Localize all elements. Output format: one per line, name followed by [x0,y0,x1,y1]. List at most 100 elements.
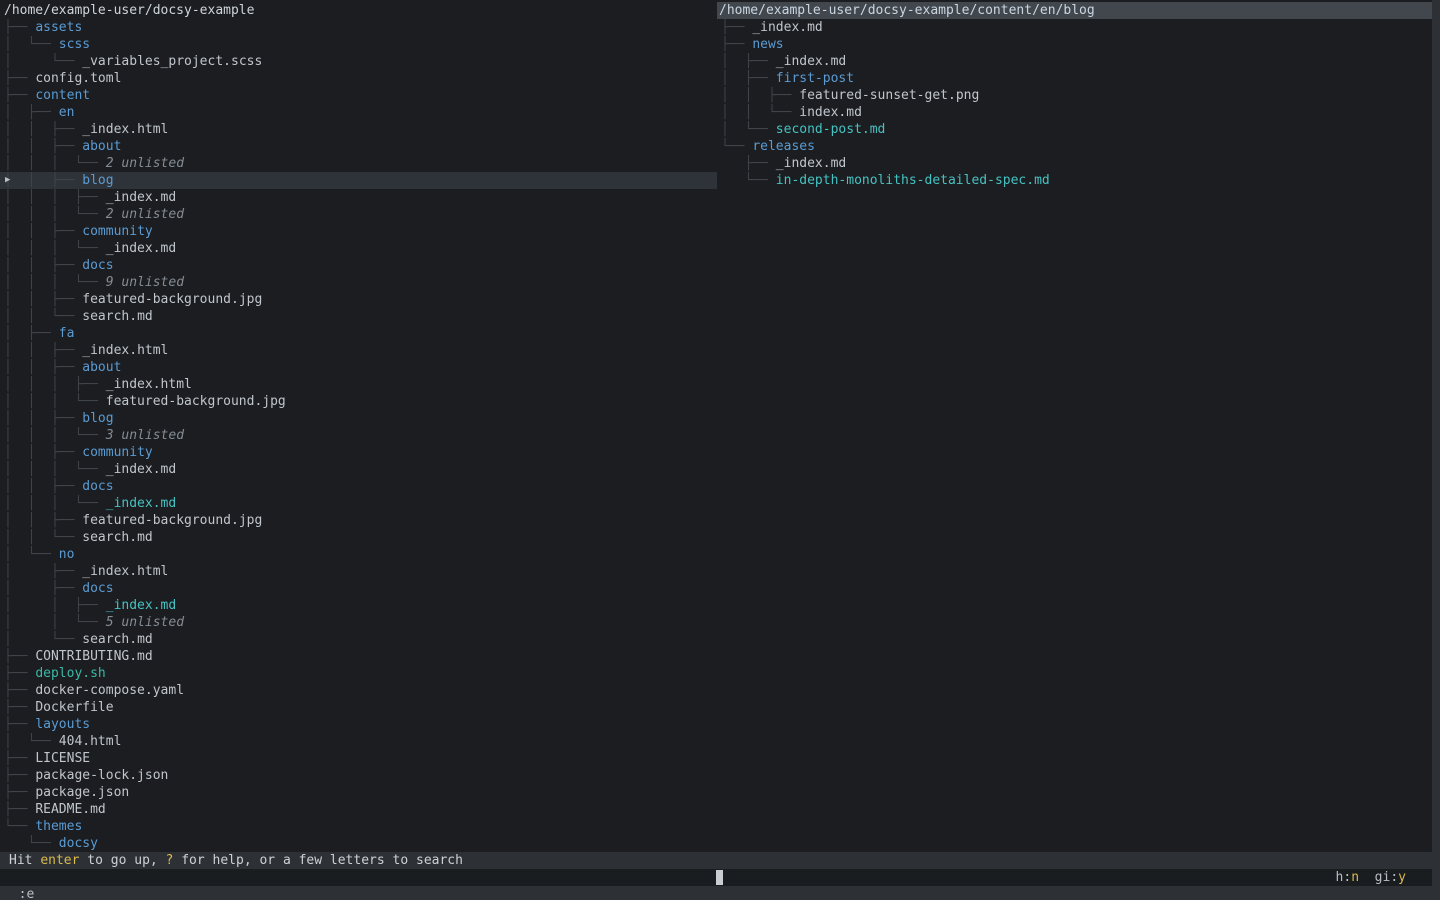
tree-row-dir[interactable]: │ ├── docs [0,580,717,597]
tree-row-file[interactable]: │ │ │ └── 2 unlisted [0,206,717,223]
tree-row-dir[interactable]: │ │ ├── docs [0,257,717,274]
tree-guide-lines: │ │ └── [721,105,799,120]
tree-row-file[interactable]: │ └── _variables_project.scss [0,53,717,70]
entry-name: about [82,139,121,154]
entry-name: assets [35,20,82,35]
tree-row-file[interactable]: ├── package.json [0,784,717,801]
tree-row-file[interactable]: │ │ │ └── _index.md [0,495,717,512]
tree-row-dir[interactable]: ▶│ │ ├── blog [0,172,717,189]
tree-row-file[interactable]: │ │ ├── featured-sunset-get.png [717,87,1432,104]
tree-row-file[interactable]: │ │ └── index.md [717,104,1432,121]
tree-row-file[interactable]: │ │ ├── featured-background.jpg [0,291,717,308]
tree-guide-lines: │ └── [4,734,59,749]
tree-row-file[interactable]: │ │ ├── _index.html [0,121,717,138]
tree-row-file[interactable]: │ │ └── search.md [0,529,717,546]
entry-name: CONTRIBUTING.md [35,649,152,664]
tree-row-file[interactable]: │ │ └── search.md [0,308,717,325]
tree-row-dir[interactable]: │ │ ├── about [0,138,717,155]
tree-guide-lines: ├── [4,700,35,715]
entry-name: docker-compose.yaml [35,683,184,698]
tree-row-file[interactable]: └── in-depth-monoliths-detailed-spec.md [717,172,1432,189]
tree-row-file[interactable]: ├── _index.md [717,155,1432,172]
entry-name: content [35,88,90,103]
entry-name: _index.md [776,156,846,171]
left-panel-tree: /home/example-user/docsy-example ├── ass… [0,2,717,852]
entry-name: docsy [59,836,98,851]
entry-name: news [752,37,783,52]
tree-guide-lines: │ │ │ ├── [4,377,106,392]
right-panel-path[interactable]: /home/example-user/docsy-example/content… [717,2,1432,19]
tree-guide-lines: │ │ │ └── [4,207,106,222]
tree-row-file[interactable]: ├── config.toml [0,70,717,87]
tree-row-dir[interactable]: │ │ ├── blog [0,410,717,427]
left-panel-path[interactable]: /home/example-user/docsy-example [0,2,717,19]
tree-row-dir[interactable]: │ └── no [0,546,717,563]
command-input-value[interactable]: :e [16,887,35,900]
tree-row-file[interactable]: │ └── search.md [0,631,717,648]
entry-name: _index.md [106,598,176,613]
tree-guide-lines: │ │ │ └── [4,462,106,477]
tree-row-dir[interactable]: │ │ ├── community [0,444,717,461]
tree-row-file[interactable]: │ │ │ └── featured-background.jpg [0,393,717,410]
tree-row-file[interactable]: │ │ │ └── 2 unlisted [0,155,717,172]
tree-row-file[interactable]: ├── docker-compose.yaml [0,682,717,699]
tree-row-dir[interactable]: │ ├── first-post [717,70,1432,87]
tree-row-dir[interactable]: │ │ ├── docs [0,478,717,495]
tree-row-dir[interactable]: │ ├── en [0,104,717,121]
tree-row-dir[interactable]: ├── news [717,36,1432,53]
tree-row-file[interactable]: ├── README.md [0,801,717,818]
tree-row-file[interactable]: │ │ │ └── 9 unlisted [0,274,717,291]
left-panel-rows: ├── assets│ └── scss│ └── _variables_pro… [0,19,717,852]
entry-name: _index.md [106,241,176,256]
tree-row-file[interactable]: ├── _index.md [717,19,1432,36]
tree-row-dir[interactable]: │ │ ├── community [0,223,717,240]
hidden-flag[interactable]: h:n [1336,870,1359,885]
tree-row-file[interactable]: │ └── 404.html [0,733,717,750]
tree-row-file[interactable]: │ │ │ ├── _index.md [0,189,717,206]
tree-row-file[interactable]: │ │ ├── _index.md [0,597,717,614]
entry-name: package-lock.json [35,768,168,783]
tree-row-file[interactable]: │ │ ├── featured-background.jpg [0,512,717,529]
unlisted-count: 5 unlisted [106,615,184,630]
tree-guide-lines: │ ├── [4,326,59,341]
status-text: to go up, [79,853,165,868]
tree-row-dir[interactable]: │ ├── fa [0,325,717,342]
entry-name: config.toml [35,71,121,86]
tree-row-file[interactable]: │ ├── _index.md [717,53,1432,70]
command-input-row[interactable]: :e h:n gi:y [0,869,1432,886]
tree-row-file[interactable]: │ ├── _index.html [0,563,717,580]
tree-row-dir[interactable]: │ └── scss [0,36,717,53]
tree-row-file[interactable]: │ │ └── 5 unlisted [0,614,717,631]
tree-guide-lines: │ │ ├── [4,122,82,137]
tree-row-file[interactable]: ├── Dockerfile [0,699,717,716]
tree-row-dir[interactable]: └── releases [717,138,1432,155]
tree-row-file[interactable]: ├── deploy.sh [0,665,717,682]
flag-value: y [1398,870,1406,885]
tree-guide-lines: ├── [4,717,35,732]
tree-row-dir[interactable]: ├── layouts [0,716,717,733]
tree-row-file[interactable]: │ │ │ └── 3 unlisted [0,427,717,444]
tree-row-file[interactable]: │ └── second-post.md [717,121,1432,138]
tree-row-dir[interactable]: └── themes [0,818,717,835]
panel-flags: h:n gi:y [1336,869,1406,886]
tree-row-dir[interactable]: ├── assets [0,19,717,36]
gitignore-flag[interactable]: gi:y [1359,870,1406,885]
tree-row-file[interactable]: ├── LICENSE [0,750,717,767]
tree-row-file[interactable]: ├── CONTRIBUTING.md [0,648,717,665]
tree-row-file[interactable]: │ │ │ ├── _index.html [0,376,717,393]
tree-row-dir[interactable]: └── docsy [0,835,717,852]
tree-guide-lines: │ │ │ └── [4,156,106,171]
tree-guide-lines: ├── [721,20,752,35]
tree-guide-lines: ├── [4,88,35,103]
tree-row-file[interactable]: │ │ │ └── _index.md [0,461,717,478]
tree-row-file[interactable]: ├── package-lock.json [0,767,717,784]
tree-row-dir[interactable]: ├── content [0,87,717,104]
entry-name: _index.md [106,496,176,511]
tree-guide-lines: ├── [4,751,35,766]
tree-row-file[interactable]: │ │ ├── _index.html [0,342,717,359]
entry-name: _index.html [82,122,168,137]
tree-row-file[interactable]: │ │ │ └── _index.md [0,240,717,257]
entry-name: first-post [776,71,854,86]
terminal-screen: /home/example-user/docsy-example ├── ass… [0,0,1432,886]
tree-row-dir[interactable]: │ │ ├── about [0,359,717,376]
